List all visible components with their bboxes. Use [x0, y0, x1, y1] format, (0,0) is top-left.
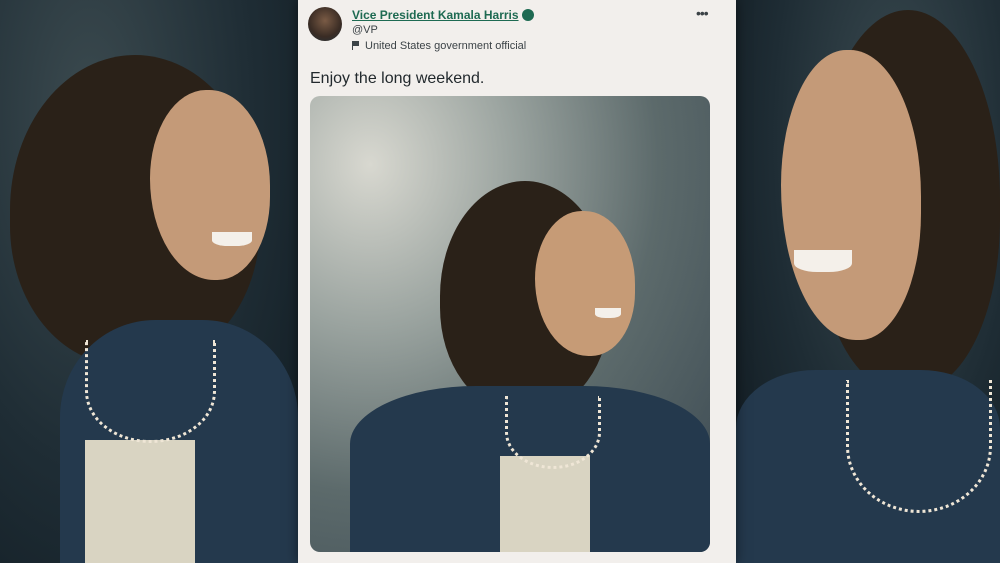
flag-icon: [352, 41, 361, 50]
left-photo-smile: [212, 232, 252, 246]
right-photo-necklace: [846, 380, 992, 513]
account-label: United States government official: [352, 40, 526, 52]
left-photo-necklace: [85, 340, 216, 443]
tweet-text: Enjoy the long weekend.: [310, 70, 485, 87]
left-photo-blouse: [85, 440, 195, 563]
right-photo-smile: [794, 250, 852, 272]
left-background-photo: [0, 0, 298, 563]
media-photo-necklace: [505, 396, 601, 469]
author-name-row[interactable]: Vice President Kamala Harris: [352, 8, 534, 22]
author-handle[interactable]: @VP: [352, 24, 378, 36]
avatar[interactable]: [308, 7, 342, 41]
verified-badge-icon: [521, 9, 534, 21]
right-background-photo: [736, 0, 1000, 563]
media-photo-blouse: [500, 456, 590, 552]
tweet-media-photo[interactable]: [310, 96, 710, 552]
right-photo-face: [781, 50, 921, 340]
media-photo-smile: [595, 308, 621, 318]
account-label-text: United States government official: [365, 40, 527, 52]
tweet-card[interactable]: Vice President Kamala Harris @VP United …: [298, 0, 736, 563]
author-name[interactable]: Vice President Kamala Harris: [352, 8, 519, 22]
more-options-icon[interactable]: •••: [696, 6, 709, 20]
